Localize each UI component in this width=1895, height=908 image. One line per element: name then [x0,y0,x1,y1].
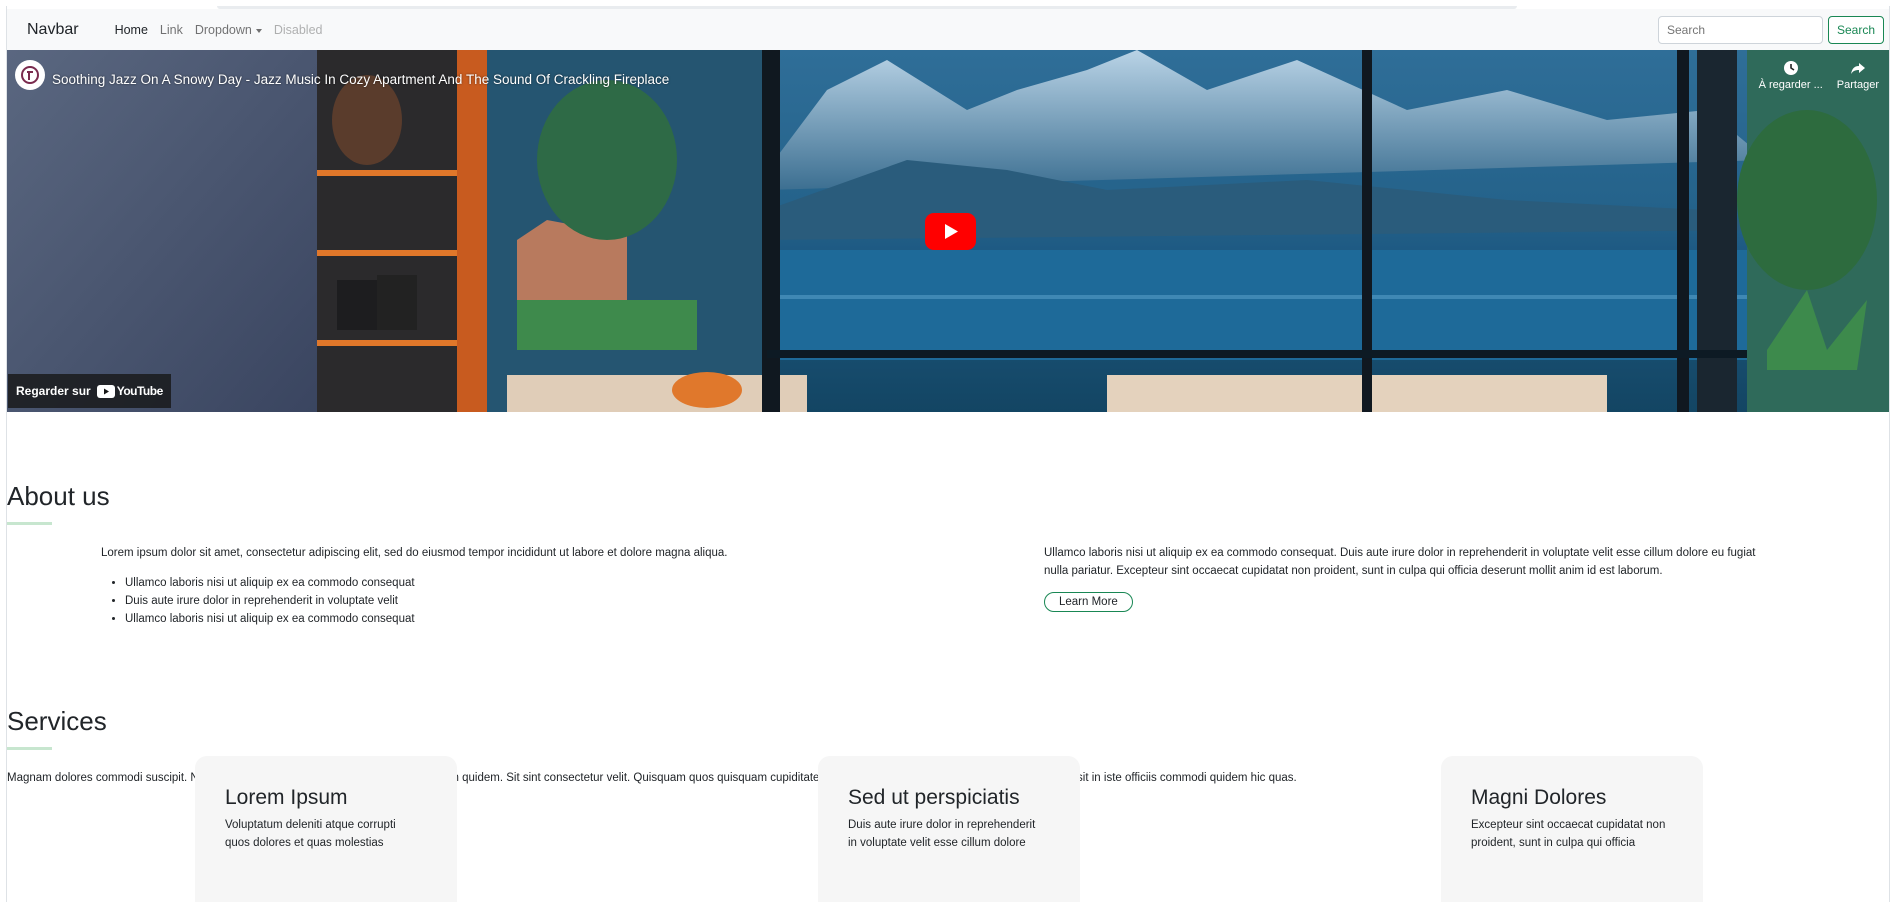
nav-links: Home Link Dropdown Disabled [109,23,329,37]
video-actions: À regarder ... Partager [1759,60,1879,91]
youtube-embed[interactable]: Soothing Jazz On A Snowy Day - Jazz Musi… [7,50,1889,412]
services-underline [7,747,52,750]
nav-link-link[interactable]: Link [154,23,189,37]
nav-link-home[interactable]: Home [109,23,154,37]
search-button[interactable]: Search [1827,16,1884,44]
nav-link-disabled: Disabled [273,23,323,37]
navbar-brand[interactable]: Navbar [27,21,79,39]
list-item: Duis aute irure dolor in reprehenderit i… [125,592,415,610]
card-text-line2: quos dolores et quas molestias [225,837,384,849]
youtube-icon [96,384,115,398]
service-card: Lorem Ipsum Voluptatum deleniti atque co… [195,756,457,902]
watch-on-youtube-button[interactable]: Regarder sur YouTube [8,374,171,408]
nav-dropdown[interactable]: Dropdown [189,23,268,37]
share-button[interactable]: Partager [1837,60,1879,91]
navbar: Navbar Home Link Dropdown Disabled Searc… [7,9,1889,52]
nav-dropdown-label: Dropdown [194,23,252,37]
about-left-text: Lorem ipsum dolor sit amet, consectetur … [101,547,728,559]
list-item: Ullamco laboris nisi ut aliquip ex ea co… [125,574,415,592]
about-right-text-line1: Ullamco laboris nisi ut aliquip ex ea co… [1044,547,1756,559]
search-form: Search [1657,16,1884,44]
card-title: Magni Dolores [1471,786,1607,809]
card-text-line2: in voluptate velit esse cillum dolore [848,837,1026,849]
service-card: Magni Dolores Excepteur sint occaecat cu… [1441,756,1703,902]
about-right-text-line2: nulla pariatur. Excepteur sint occaecat … [1044,565,1663,577]
video-title[interactable]: Soothing Jazz On A Snowy Day - Jazz Musi… [52,72,669,87]
card-text-line2: proident, sunt in culpa qui officia [1471,837,1636,849]
caret-down-icon [255,28,262,33]
card-text-line1: Duis aute irure dolor in reprehenderit [848,819,1036,831]
card-title: Sed ut perspiciatis [848,786,1020,809]
about-heading: About us [7,481,110,511]
search-input[interactable] [1657,16,1823,44]
channel-logo-icon [21,66,39,84]
card-title: Lorem Ipsum [225,786,348,809]
watch-later-label: À regarder ... [1758,79,1823,91]
about-underline [7,522,52,525]
service-card: Sed ut perspiciatis Duis aute irure dolo… [818,756,1080,902]
youtube-logo: YouTube [96,384,164,398]
watch-later-button[interactable]: À regarder ... [1759,60,1823,91]
watch-on-label: Regarder sur [16,384,91,398]
share-label: Partager [1836,79,1879,91]
page: Navbar Home Link Dropdown Disabled Searc… [6,6,1890,902]
clock-icon [1783,61,1798,75]
card-text-line1: Voluptatum deleniti atque corrupti [225,819,396,831]
card-text-line1: Excepteur sint occaecat cupidatat non [1471,819,1666,831]
share-icon [1850,63,1865,74]
learn-more-button[interactable]: Learn More [1044,592,1133,612]
youtube-word: YouTube [116,384,164,398]
channel-avatar[interactable] [15,60,45,90]
list-item: Ullamco laboris nisi ut aliquip ex ea co… [125,610,415,628]
play-button-icon[interactable] [925,213,976,250]
about-list: Ullamco laboris nisi ut aliquip ex ea co… [101,574,415,628]
services-heading: Services [7,706,107,736]
